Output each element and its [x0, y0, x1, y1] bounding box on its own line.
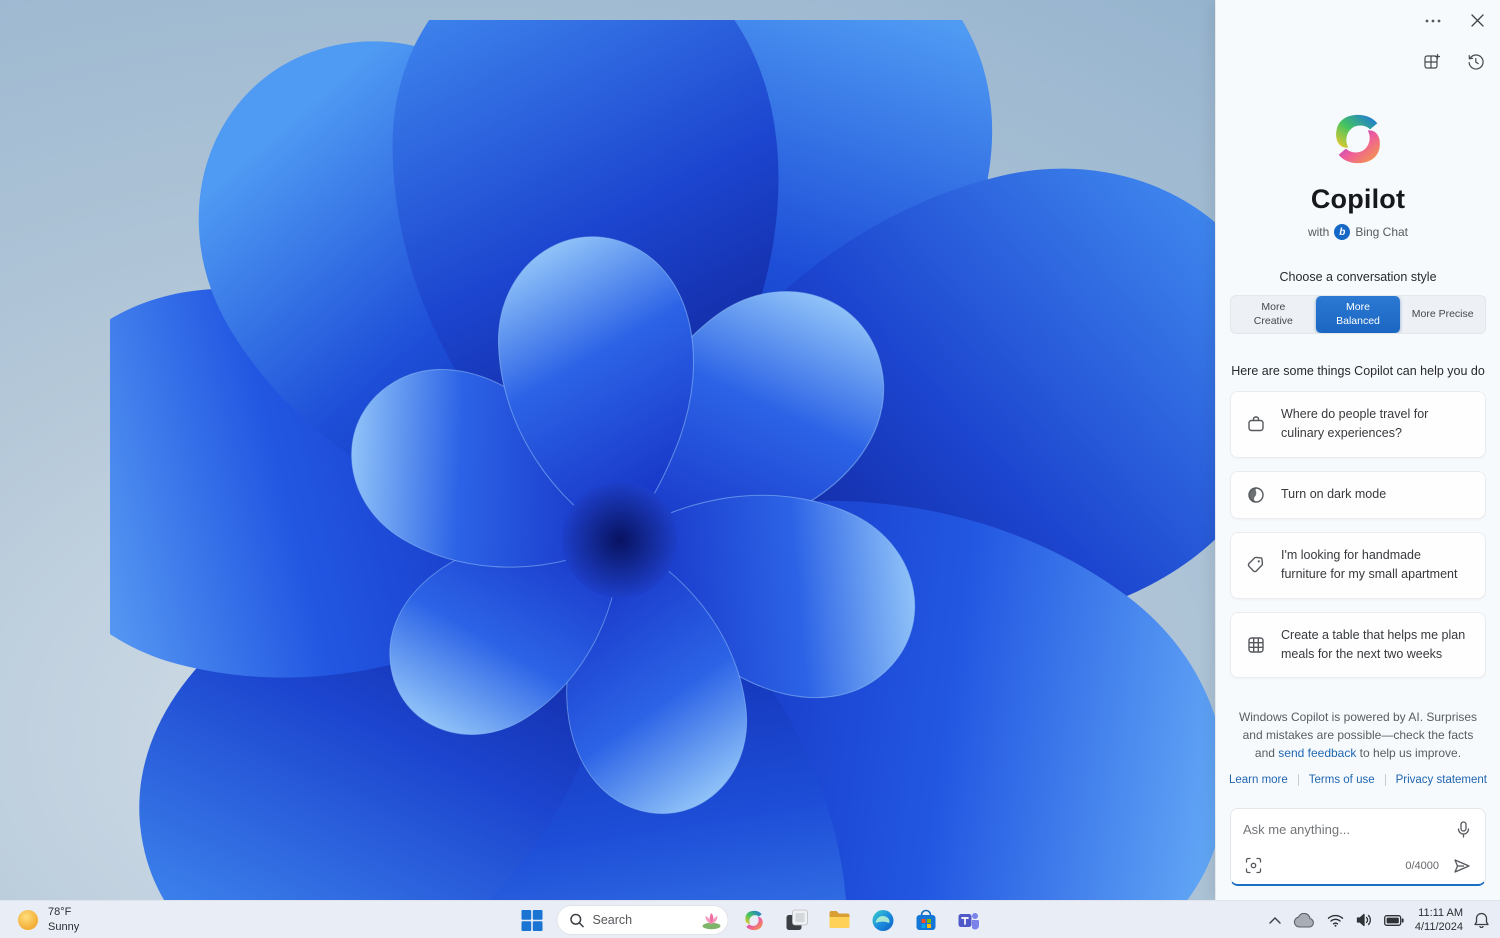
copilot-logo [1336, 114, 1380, 164]
suggestion-card-meal-table[interactable]: Create a table that helps me plan meals … [1230, 611, 1486, 679]
ai-disclaimer: Windows Copilot is powered by AI. Surpri… [1236, 708, 1480, 762]
disclaimer-text: to help us improve. [1356, 746, 1462, 761]
clock[interactable]: 11:11 AM 4/11/2024 [1415, 906, 1463, 935]
lotus-icon [702, 913, 721, 930]
start-button[interactable] [514, 903, 550, 937]
tray-time: 11:11 AM [1418, 906, 1463, 919]
taskbar-app-edge[interactable] [865, 903, 901, 937]
close-icon[interactable] [1469, 12, 1486, 29]
character-counter: 0/4000 [1405, 859, 1439, 872]
taskbar: 78°F Sunny Search 11:11 AM 4/11/2024 [0, 900, 1500, 938]
divider [1297, 774, 1299, 787]
style-more-creative[interactable]: More Creative [1231, 296, 1316, 333]
screenshot-icon[interactable] [1243, 855, 1264, 876]
dark-theme-icon [1248, 487, 1264, 503]
edge-icon [872, 909, 893, 931]
style-more-precise[interactable]: More Precise [1400, 296, 1485, 333]
suggestion-text: I'm looking for handmade furniture for m… [1281, 547, 1458, 582]
store-icon [916, 909, 935, 930]
suggestion-text: Turn on dark mode [1281, 487, 1387, 502]
copilot-taskbar-icon [744, 910, 763, 930]
more-options-icon[interactable] [1423, 17, 1443, 25]
conversation-style-heading: Choose a conversation style [1279, 270, 1437, 284]
windows-icon [521, 909, 542, 931]
tray-date: 4/11/2024 [1414, 921, 1463, 933]
taskbar-app-task-view[interactable] [779, 903, 815, 937]
ask-me-anything-input[interactable] [1243, 822, 1446, 837]
volume-icon[interactable] [1355, 912, 1373, 928]
footer-links: Learn more Terms of use Privacy statemen… [1216, 774, 1500, 787]
bloom-wallpaper-art [110, 20, 1240, 900]
privacy-statement-link[interactable]: Privacy statement [1396, 774, 1487, 786]
suggestion-text: Where do people travel for culinary expe… [1281, 407, 1429, 441]
mic-icon[interactable] [1454, 819, 1473, 840]
suggestions-heading: Here are some things Copilot can help yo… [1231, 364, 1485, 378]
weather-temperature: 78°F [48, 906, 72, 919]
copilot-title: Copilot [1310, 184, 1406, 214]
teams-icon [958, 912, 979, 929]
table-icon [1248, 637, 1264, 653]
battery-icon[interactable] [1383, 914, 1405, 927]
terms-of-use-link[interactable]: Terms of use [1309, 774, 1375, 786]
taskbar-app-store[interactable] [908, 903, 944, 937]
task-view-icon [786, 909, 808, 930]
taskbar-app-file-explorer[interactable] [822, 903, 858, 937]
taskbar-search[interactable] [556, 905, 729, 935]
copilot-subtitle: with b Bing Chat [1216, 224, 1500, 240]
bell-icon[interactable] [1473, 911, 1490, 929]
briefcase-icon [1248, 416, 1264, 432]
sun-icon [18, 910, 38, 930]
history-icon[interactable] [1465, 51, 1486, 72]
file-explorer-icon [829, 911, 850, 928]
divider [1384, 774, 1386, 787]
wifi-icon[interactable] [1326, 913, 1345, 928]
bing-icon: b [1334, 224, 1351, 240]
magnifier-icon [570, 913, 584, 927]
conversation-style-toggle: More Creative More Balanced More Precise [1230, 295, 1486, 334]
send-feedback-link[interactable]: send feedback [1278, 746, 1356, 760]
weather-widget[interactable]: 78°F Sunny [6, 901, 89, 938]
notebook-icon[interactable] [1422, 51, 1443, 72]
chevron-up-icon[interactable] [1268, 916, 1282, 925]
search-input[interactable] [592, 913, 692, 927]
subtitle-prefix: with [1307, 225, 1330, 239]
subtitle-brand: Bing Chat [1355, 225, 1409, 239]
suggestion-card-furniture[interactable]: I'm looking for handmade furniture for m… [1230, 531, 1486, 599]
suggestion-text: Create a table that helps me plan meals … [1281, 627, 1466, 661]
taskbar-app-teams[interactable] [951, 903, 987, 937]
copilot-panel: Copilot with b Bing Chat Choose a conver… [1215, 0, 1500, 900]
chat-input-box: 0/4000 [1230, 808, 1486, 886]
learn-more-link[interactable]: Learn more [1229, 774, 1288, 786]
tag-icon [1247, 556, 1264, 573]
weather-condition: Sunny [48, 921, 80, 933]
style-more-balanced[interactable]: More Balanced [1315, 296, 1401, 333]
suggestion-card-travel[interactable]: Where do people travel for culinary expe… [1230, 391, 1486, 458]
screen: Copilot with b Bing Chat Choose a conver… [0, 0, 1500, 938]
send-icon[interactable] [1451, 856, 1473, 876]
taskbar-app-copilot[interactable] [736, 903, 772, 937]
cloud-icon[interactable] [1292, 912, 1316, 929]
suggestion-card-dark-mode[interactable]: Turn on dark mode [1230, 470, 1486, 519]
